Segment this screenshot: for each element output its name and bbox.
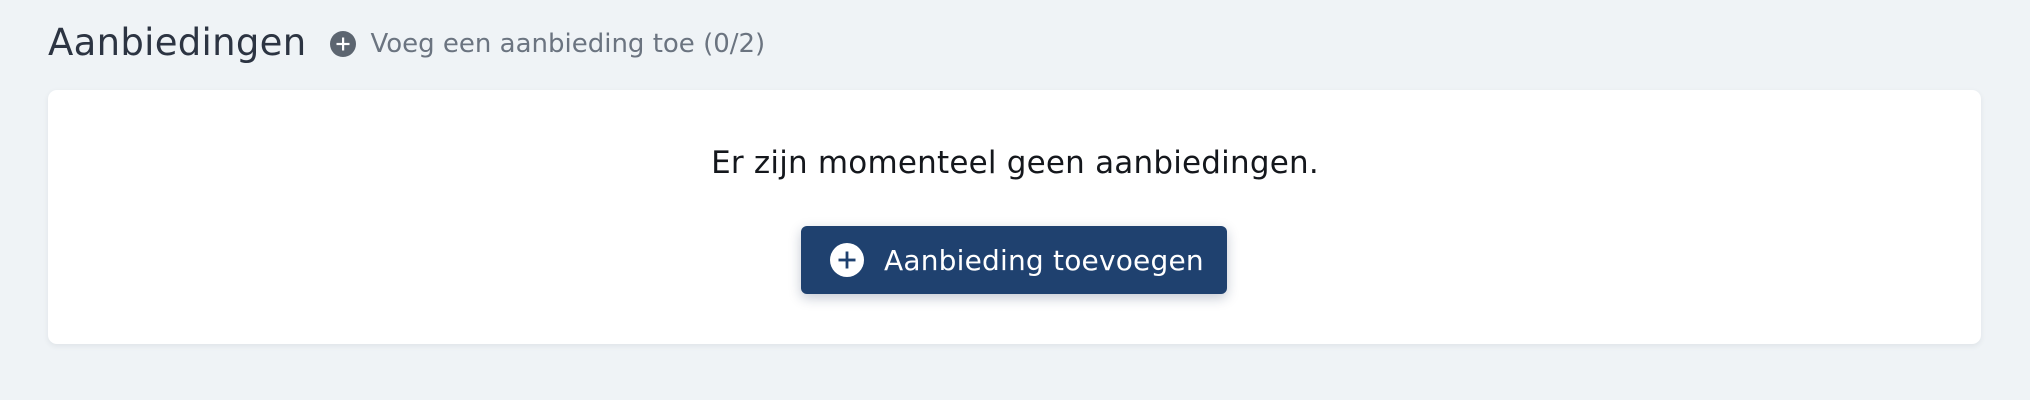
- page-header: Aanbiedingen Voeg een aanbieding toe (0/…: [48, 12, 765, 72]
- plus-circle-icon: [330, 31, 357, 57]
- offers-card: [48, 90, 1981, 344]
- add-offer-button[interactable]: Aanbieding toevoegen: [801, 226, 1227, 294]
- add-offer-link[interactable]: Voeg een aanbieding toe (0/2): [330, 25, 765, 59]
- add-offer-button-label: Aanbieding toevoegen: [884, 243, 1204, 277]
- empty-state-message: Er zijn momenteel geen aanbiedingen.: [711, 145, 1319, 181]
- page-title: Aanbiedingen: [48, 20, 307, 64]
- add-offer-link-label: Voeg een aanbieding toe (0/2): [370, 29, 766, 59]
- plus-circle-icon: [830, 243, 864, 277]
